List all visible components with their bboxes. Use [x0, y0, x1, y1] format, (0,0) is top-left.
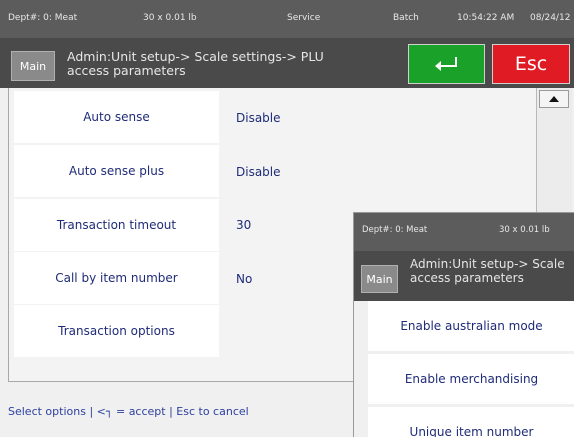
- setting-row-auto-sense[interactable]: Auto sense: [14, 91, 219, 143]
- setting-value: 30: [236, 218, 252, 232]
- overlay-main-button[interactable]: Main: [361, 265, 398, 293]
- footer-hint: Select options | <┐ = accept | Esc to ca…: [8, 405, 249, 418]
- status-mode: Service: [287, 13, 321, 23]
- setting-label: Auto sense: [83, 110, 150, 124]
- setting-row-transaction-timeout[interactable]: Transaction timeout: [14, 199, 219, 251]
- status-dept: Dept#: 0: Meat: [8, 13, 78, 23]
- esc-button[interactable]: Esc: [492, 44, 570, 84]
- overlay-status-dept: Dept#: 0: Meat: [362, 225, 428, 235]
- setting-label: Call by item number: [55, 271, 178, 285]
- status-time: 10:54:22 AM: [457, 13, 515, 23]
- status-date: 08/24/12: [530, 13, 571, 23]
- option-unique-item-number[interactable]: Unique item number: [368, 407, 574, 437]
- option-enable-merchandising[interactable]: Enable merchandising: [368, 354, 574, 404]
- scroll-up-button[interactable]: [539, 90, 569, 108]
- setting-value: Disable: [236, 165, 281, 179]
- setting-value: Disable: [236, 111, 281, 125]
- title-bar: Main Admin:Unit setup-> Scale settings->…: [0, 38, 574, 88]
- overlay-title-line: access parameters: [410, 271, 524, 285]
- option-enable-australian-mode[interactable]: Enable australian mode: [368, 301, 574, 351]
- overlay-window: Dept#: 0: Meat 30 x 0.01 lb Main Admin:U…: [353, 212, 574, 437]
- setting-row-call-by-item-number[interactable]: Call by item number: [14, 252, 219, 304]
- page-title: Admin:Unit setup-> Scale settings-> PLU …: [67, 49, 324, 78]
- overlay-status-bar: Dept#: 0: Meat 30 x 0.01 lb: [354, 213, 574, 251]
- overlay-page-title: Admin:Unit setup-> Scale access paramete…: [410, 257, 574, 285]
- enter-return-icon: [434, 57, 457, 71]
- overlay-title-bar: Main Admin:Unit setup-> Scale access par…: [354, 251, 574, 301]
- accept-button[interactable]: [408, 44, 485, 84]
- overlay-title-line: Admin:Unit setup-> Scale: [410, 257, 565, 271]
- setting-label: Transaction timeout: [56, 218, 177, 232]
- status-scale: 30 x 0.01 lb: [143, 13, 197, 23]
- setting-row-auto-sense-plus[interactable]: Auto sense plus: [14, 145, 219, 197]
- setting-label: Transaction options: [58, 324, 175, 338]
- overlay-status-scale: 30 x 0.01 lb: [499, 225, 550, 235]
- status-bar: Dept#: 0: Meat 30 x 0.01 lb Service Batc…: [0, 0, 574, 38]
- arrow-up-icon: [549, 96, 559, 102]
- status-batch: Batch: [393, 13, 419, 23]
- setting-label: Auto sense plus: [68, 164, 165, 178]
- main-button[interactable]: Main: [11, 51, 55, 81]
- setting-row-transaction-options[interactable]: Transaction options: [14, 305, 219, 357]
- setting-value: No: [236, 272, 253, 286]
